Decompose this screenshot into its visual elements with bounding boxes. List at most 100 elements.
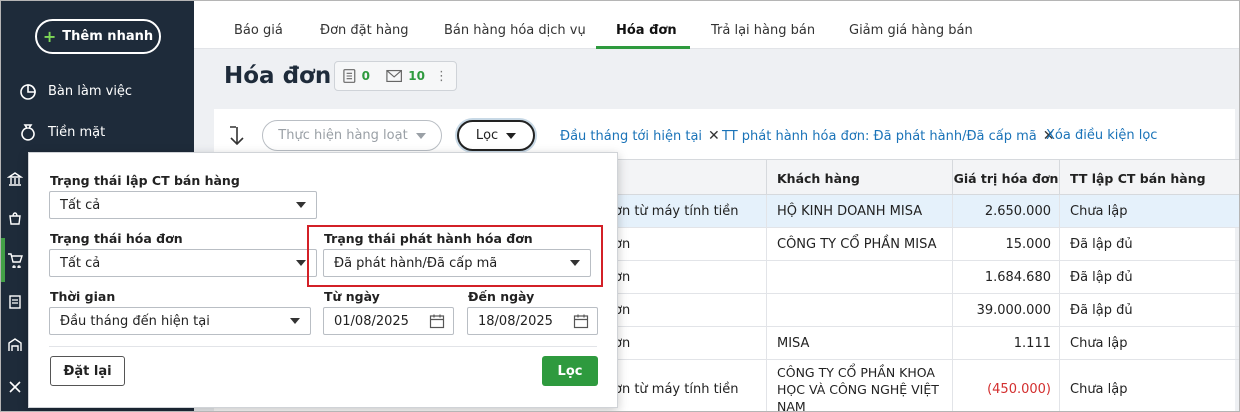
cell-invoice-value: (450.000)	[952, 360, 1059, 411]
apply-filter-button[interactable]: Lọc	[542, 356, 598, 386]
cell-customer: MISA	[766, 327, 952, 359]
select-value: Tất cả	[60, 255, 101, 271]
caret-down-icon	[296, 260, 306, 266]
dashboard-icon	[20, 84, 36, 100]
cell-sales-status: Đã lập đủ	[1059, 294, 1239, 326]
cell-description: ơn từ máy tính tiền	[614, 382, 739, 397]
plus-icon: +	[42, 27, 57, 46]
date-value: 01/08/2025	[334, 313, 409, 329]
filter-label: Lọc	[475, 128, 499, 143]
period-label: Thời gian	[50, 289, 116, 304]
cell-customer: CÔNG TY CỔ PHẦN MISA	[766, 228, 952, 260]
app-window: + Thêm nhanh Bàn làm việc Tiền mặt Báo g…	[0, 0, 1240, 412]
sidebar-item-label: Bàn làm việc	[48, 83, 133, 99]
customer-line: HỌC VÀ CÔNG NGHỆ VIỆT	[777, 382, 939, 397]
filter-chip-issue-status[interactable]: TT phát hành hóa đơn: Đã phát hành/Đã cấ…	[722, 128, 1055, 144]
tab-sales-returns[interactable]: Trả lại hàng bán	[711, 23, 815, 38]
tab-sales-discounts[interactable]: Giảm giá hàng bán	[849, 23, 973, 38]
sales-doc-status-select[interactable]: Tất cả	[49, 191, 317, 219]
cell-sales-status: Chưa lập	[1059, 360, 1239, 411]
cell-invoice-value: 1.111	[952, 327, 1059, 359]
sidebar-item-invoice-icon[interactable]	[1, 290, 28, 314]
table-row[interactable]: ơn từ máy tính tiền HỘ KINH DOANH MISA 2…	[604, 195, 1239, 228]
sales-doc-status-label: Trạng thái lập CT bán hàng	[50, 173, 240, 188]
sidebar-item-sales-icon[interactable]	[1, 248, 28, 272]
calendar-icon[interactable]	[429, 313, 445, 329]
caret-down-icon	[570, 260, 580, 266]
cell-sales-status: Đã lập đủ	[1059, 228, 1239, 260]
select-value: Tất cả	[60, 197, 101, 213]
bulk-action-label: Thực hiện hàng loạt	[278, 128, 408, 143]
table-row[interactable]: ơn MISA 1.111 Chưa lập	[604, 327, 1239, 360]
table-row[interactable]: ơn 1.684.680 Đã lập đủ	[604, 261, 1239, 294]
sidebar-item-cash[interactable]: Tiền mặt	[1, 112, 194, 152]
caret-down-icon	[506, 132, 517, 139]
sidebar-item-bank-icon[interactable]	[1, 167, 28, 191]
table-row[interactable]: ơn từ máy tính tiền CÔNG TY CỔ PHẦN KHOA…	[604, 360, 1239, 412]
quick-add-button[interactable]: + Thêm nhanh	[35, 19, 161, 54]
quick-add-label: Thêm nhanh	[62, 29, 154, 44]
to-date-input[interactable]: 18/08/2025	[467, 307, 598, 335]
sidebar-item-dashboard[interactable]: Bàn làm việc	[1, 71, 194, 111]
tab-invoices[interactable]: Hóa đơn	[616, 23, 677, 38]
invoice-status-select[interactable]: Tất cả	[49, 249, 317, 277]
cell-sales-status: Đã lập đủ	[1059, 261, 1239, 293]
to-date-label: Đến ngày	[468, 289, 535, 304]
cell-description: ơn từ máy tính tiền	[614, 203, 739, 219]
caret-down-icon	[296, 202, 306, 208]
caret-down-icon	[290, 318, 300, 324]
select-value: Đầu tháng đến hiện tại	[60, 313, 210, 329]
more-options-icon[interactable]: ⋮	[435, 69, 448, 84]
cell-invoice-value: 15.000	[952, 228, 1059, 260]
filter-chip-period[interactable]: Đầu tháng tới hiện tại ✕	[560, 128, 720, 144]
cell-invoice-value: 2.650.000	[952, 195, 1059, 227]
reset-button[interactable]: Đặt lại	[50, 356, 125, 386]
clear-filters-label: Xóa điều kiện lọc	[1046, 128, 1158, 143]
from-date-label: Từ ngày	[324, 289, 380, 304]
sidebar-item-label: Tiền mặt	[48, 124, 106, 140]
notification-counts: 0 10 ⋮	[334, 61, 457, 91]
table-row[interactable]: ơn 39.000.000 Đã lập đủ	[604, 294, 1239, 327]
column-header-customer[interactable]: Khách hàng	[766, 160, 952, 196]
cell-customer: CÔNG TY CỔ PHẦN KHOA HỌC VÀ CÔNG NGHỆ VI…	[766, 360, 952, 412]
date-value: 18/08/2025	[478, 313, 553, 329]
sidebar-item-purchase-icon[interactable]	[1, 206, 28, 230]
customer-line: NAM	[777, 399, 806, 412]
active-tab-indicator	[596, 46, 690, 49]
divider	[49, 346, 597, 347]
issue-status-select[interactable]: Đã phát hành/Đã cấp mã	[323, 249, 591, 277]
table-row[interactable]: ơn CÔNG TY CỔ PHẦN MISA 15.000 Đã lập đủ	[604, 228, 1239, 261]
invoice-status-label: Trạng thái hóa đơn	[50, 231, 183, 246]
close-icon[interactable]: ✕	[708, 128, 720, 144]
sort-icon[interactable]	[228, 125, 246, 147]
cell-customer: HỘ KINH DOANH MISA	[766, 195, 952, 227]
select-value: Đã phát hành/Đã cấp mã	[334, 255, 498, 271]
period-select[interactable]: Đầu tháng đến hiện tại	[49, 307, 311, 335]
cell-description: ơn	[614, 269, 631, 285]
column-header-sales-status[interactable]: TT lập CT bán hàng	[1059, 160, 1239, 196]
from-date-input[interactable]: 01/08/2025	[323, 307, 454, 335]
document-icon[interactable]	[343, 68, 356, 84]
column-header-invoice-value[interactable]: Giá trị hóa đơn	[952, 160, 1059, 196]
clear-filters-link[interactable]: Xóa điều kiện lọc	[1046, 128, 1157, 143]
sidebar-item-warehouse-icon[interactable]	[1, 333, 28, 357]
tab-quotes[interactable]: Báo giá	[234, 23, 283, 38]
tab-bar: Báo giá Đơn đặt hàng Bán hàng hóa dịch v…	[194, 1, 1239, 49]
tab-orders[interactable]: Đơn đặt hàng	[320, 23, 409, 38]
sidebar-item-tools-icon[interactable]	[1, 375, 28, 399]
tab-sales[interactable]: Bán hàng hóa dịch vụ	[444, 23, 586, 38]
cell-invoice-value: 1.684.680	[952, 261, 1059, 293]
cell-description: ơn	[614, 236, 631, 252]
calendar-icon[interactable]	[573, 313, 589, 329]
filter-popover: Trạng thái lập CT bán hàng Tất cả Trạng …	[28, 152, 618, 408]
issue-status-label: Trạng thái phát hành hóa đơn	[324, 231, 533, 246]
mail-icon[interactable]	[386, 69, 402, 83]
page-title: Hóa đơn	[224, 63, 332, 89]
bulk-action-button[interactable]: Thực hiện hàng loạt	[262, 120, 442, 151]
cell-description: ơn	[614, 335, 631, 351]
chip-label: Đầu tháng tới hiện tại	[560, 128, 703, 144]
chip-label: TT phát hành hóa đơn: Đã phát hành/Đã cấ…	[722, 128, 1037, 144]
customer-line: CÔNG TY CỔ PHẦN KHOA	[777, 365, 935, 380]
filter-button[interactable]: Lọc	[457, 120, 535, 151]
caret-down-icon	[415, 132, 426, 139]
